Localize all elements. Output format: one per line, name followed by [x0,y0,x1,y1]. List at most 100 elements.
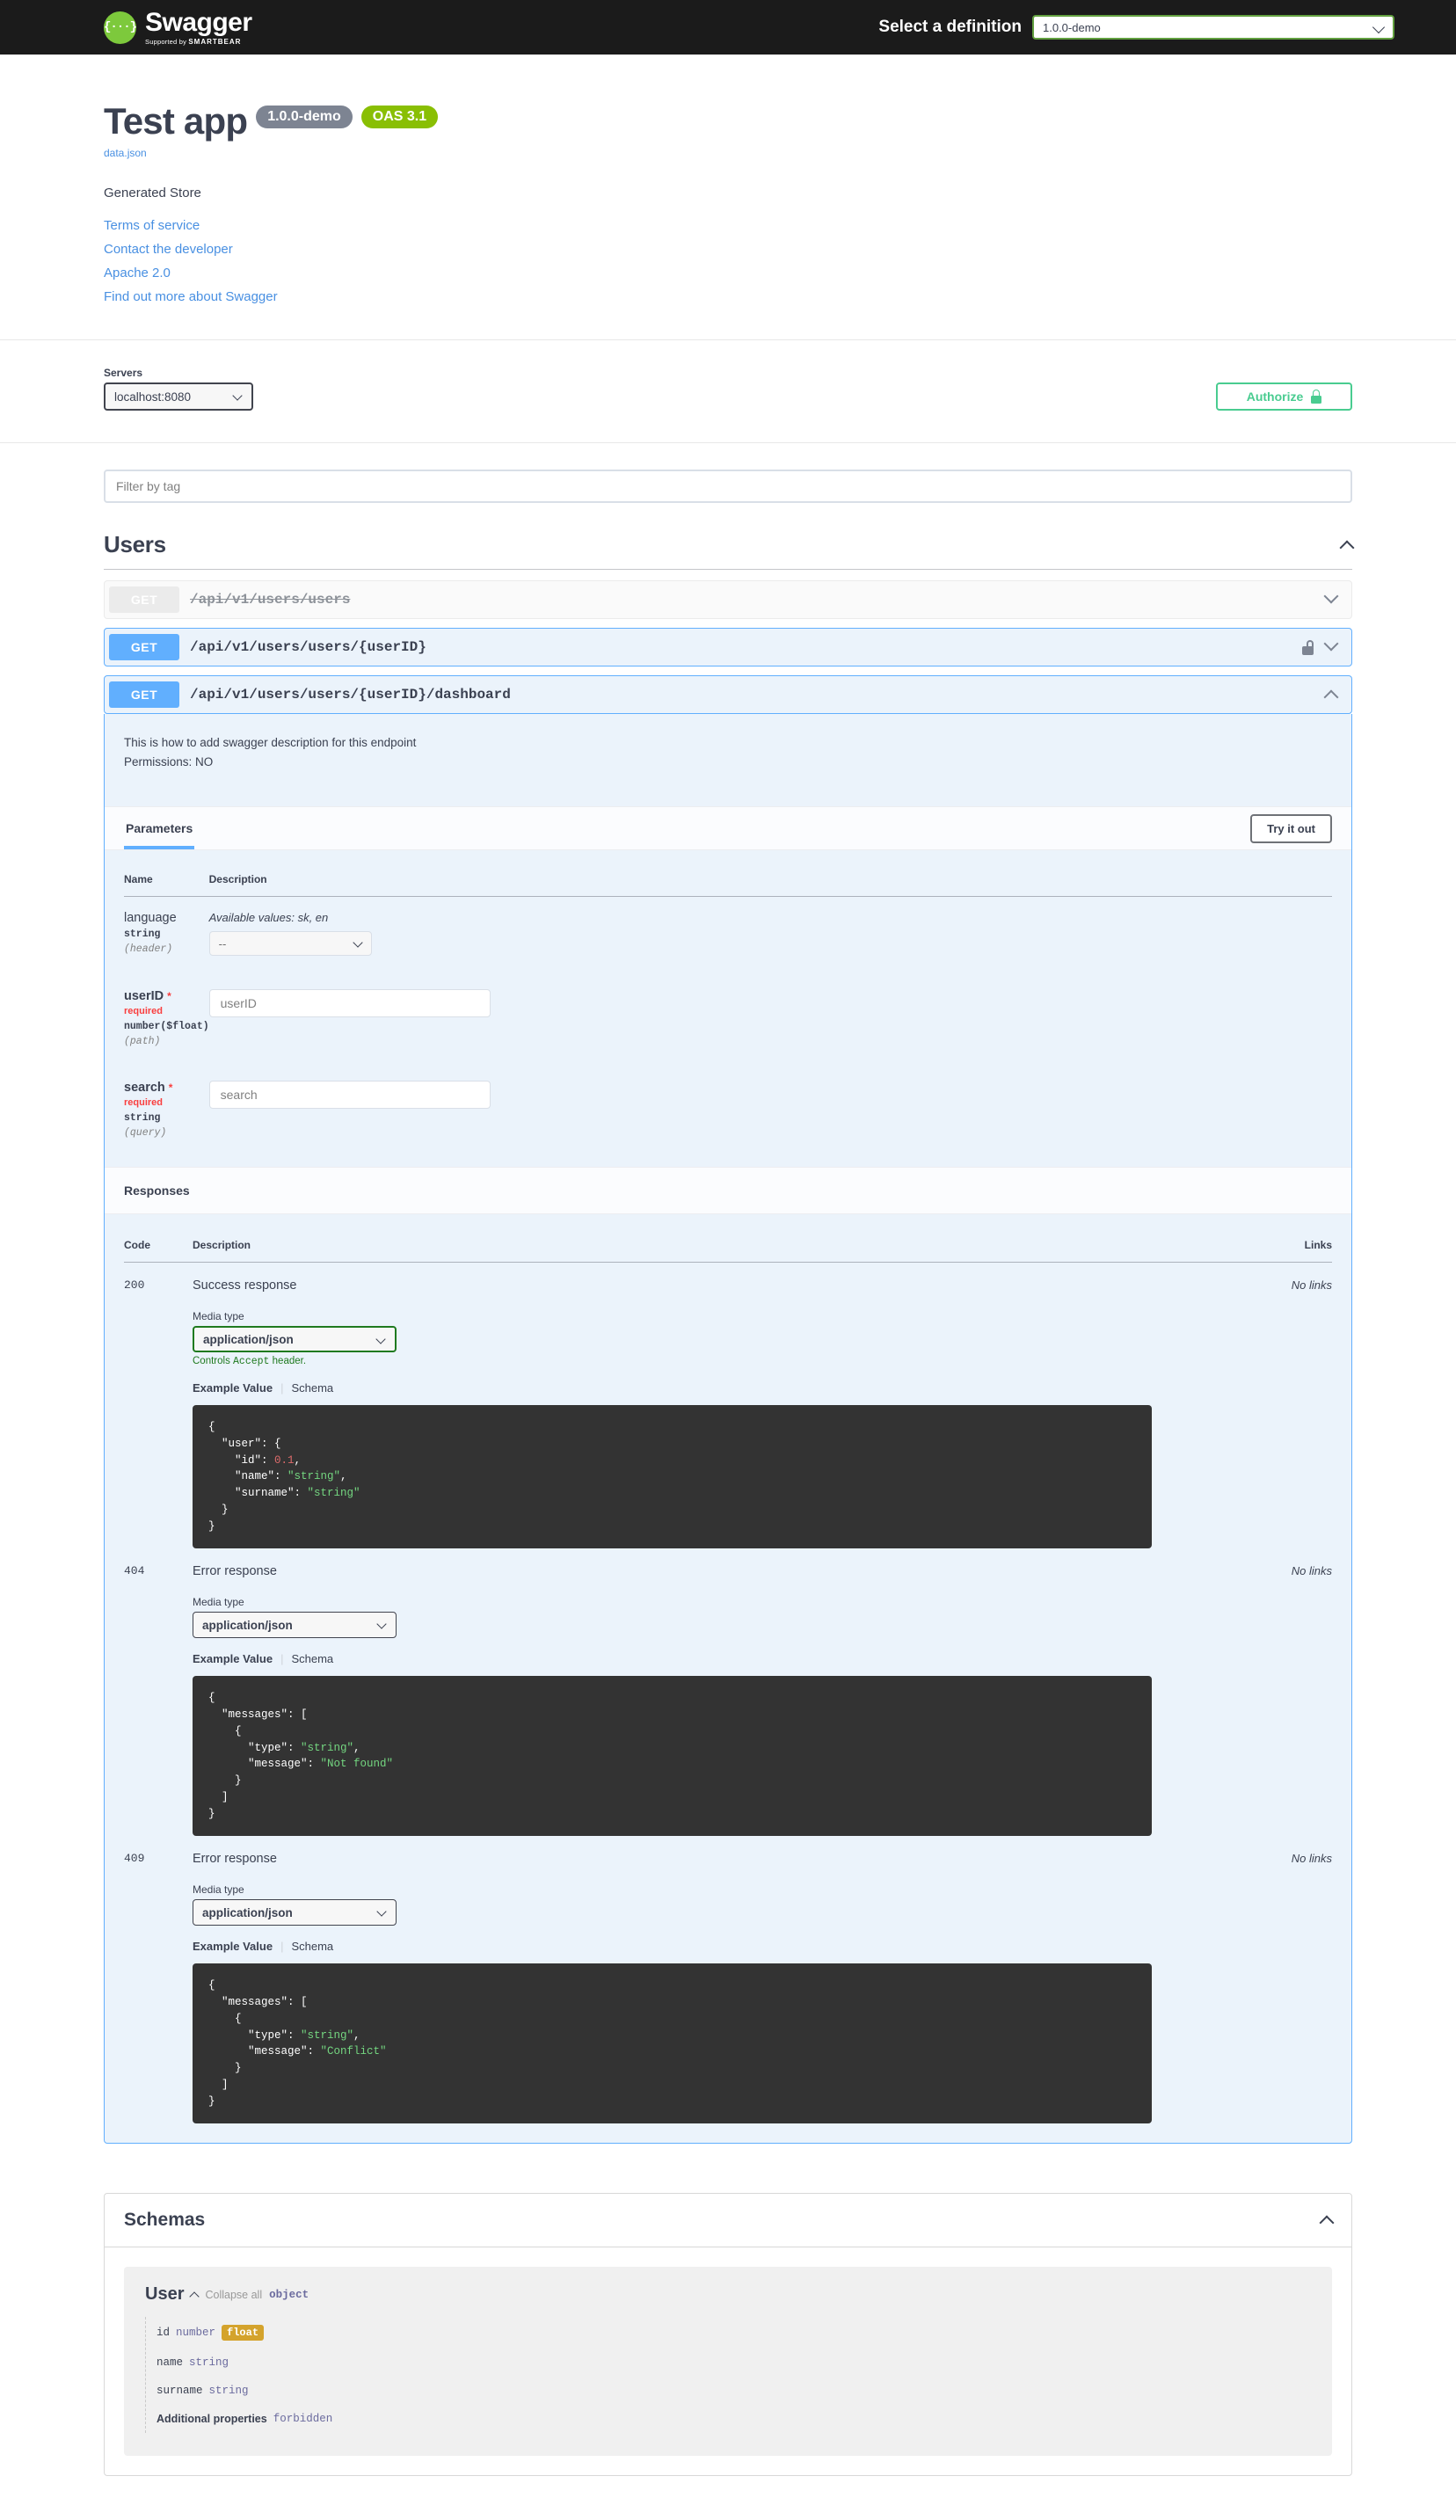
property-name: id [157,2327,171,2340]
schemas-header[interactable]: Schemas [105,2194,1351,2248]
authorize-button-label: Authorize [1246,390,1304,404]
operation-header[interactable]: GET /api/v1/users/users [105,581,1351,618]
operation-row[interactable]: GET /api/v1/users/users [104,580,1352,619]
response-code: 200 [124,1278,145,1293]
response-description: Success response [193,1278,297,1293]
tab-schema[interactable]: Schema [291,1652,333,1665]
license-link[interactable]: Apache 2.0 [104,266,1352,280]
parameters-table-body: language string (header) Available value… [124,897,1332,1159]
responses-table-wrap: Code Description Links 200 Success respo… [105,1214,1351,2143]
param-name-cell: language string (header) [124,897,209,976]
schemas-title: Schemas [124,2210,206,2231]
servers-group: Servers localhost:8080 [104,367,253,411]
language-select[interactable]: -- [208,931,372,957]
media-type-select[interactable]: application/json [193,1326,397,1353]
example-schema-tabs: Example Value | Schema [193,1381,1152,1395]
response-example-409: { "messages": [ { "type": "string", "mes… [193,1963,1152,2124]
find-out-more-link[interactable]: Find out more about Swagger [104,289,1352,304]
media-type-select[interactable]: application/json [193,1612,397,1639]
param-name-cell: userID * required number($float) (path) [124,975,209,1067]
operation-row[interactable]: GET /api/v1/users/users/{userID} [104,628,1352,666]
model-header[interactable]: User Collapse all object [145,2284,1311,2305]
unlock-icon[interactable] [1302,639,1314,655]
media-type-select[interactable]: application/json [193,1899,397,1926]
chevron-up-icon[interactable] [1339,540,1355,555]
filter-input[interactable]: Filter by tag [104,470,1352,503]
tab-schema[interactable]: Schema [291,1940,333,1953]
chevron-down-icon[interactable] [1323,636,1339,652]
param-name: language [124,911,177,926]
param-name-text: userID [124,989,164,1004]
try-it-out-button[interactable]: Try it out [1250,813,1332,843]
chevron-up-icon[interactable] [1319,2215,1335,2231]
swagger-logo[interactable]: {···} Swagger Supported by SMARTBEAR [104,7,252,46]
filter-container: Filter by tag [0,443,1456,503]
userid-input[interactable]: userID [208,989,491,1018]
response-description: Error response [193,1564,277,1579]
param-type: string [124,929,161,941]
response-links: No links [1291,1852,1332,1866]
parameters-header-row: Name Description [124,873,1332,898]
param-desc-cell: search [208,1067,1332,1158]
tab-schema[interactable]: Schema [291,1381,333,1395]
model-type: object [269,2288,309,2301]
property-type: forbidden [273,2413,333,2426]
tab-example-value[interactable]: Example Value [193,1381,273,1395]
response-code: 404 [124,1564,145,1578]
schemas-section: Schemas User Collapse all object id numb… [0,2170,1456,2520]
tab-example-value[interactable]: Example Value [193,1652,273,1665]
tab-example-value[interactable]: Example Value [193,1940,273,1953]
supported-by-label: Supported by [145,37,187,46]
tab-parameters[interactable]: Parameters [124,807,195,850]
swagger-wordmark: Swagger [145,7,252,37]
api-info: Test app 1.0.0-demo OAS 3.1 data.json Ge… [104,55,1352,339]
responses-table-head: Code Description Links [124,1239,1332,1264]
chevron-down-icon [375,1334,386,1344]
param-available-values: Available values: sk, en [209,911,1332,924]
response-links: No links [1291,1564,1332,1578]
table-row: userID * required number($float) (path) … [124,975,1332,1067]
language-select-value: -- [218,936,227,950]
chevron-down-icon [232,390,243,401]
scheme-container: Servers localhost:8080 Authorize [0,339,1456,443]
operation-header[interactable]: GET /api/v1/users/users/{userID}/dashboa… [105,676,1351,713]
example-schema-tabs: Example Value | Schema [193,1652,1152,1665]
server-select[interactable]: localhost:8080 [104,382,253,411]
operation-header[interactable]: GET /api/v1/users/users/{userID} [105,629,1351,666]
chevron-up-icon[interactable] [189,2291,200,2302]
operation-row[interactable]: GET /api/v1/users/users/{userID}/dashboa… [104,675,1352,714]
definition-url-row: data.json [104,145,1352,161]
contact-developer-link[interactable]: Contact the developer [104,242,1352,257]
available-values-label: Available values [208,911,292,925]
tab-divider: | [280,1940,284,1954]
schemas-card: Schemas User Collapse all object id numb… [104,2193,1352,2477]
authorize-button[interactable]: Authorize [1216,382,1352,411]
collapse-all-button[interactable]: Collapse all [205,2289,262,2301]
terms-of-service-link[interactable]: Terms of service [104,218,1352,233]
chevron-down-icon [376,1619,387,1630]
model-name: User [145,2284,185,2305]
param-col-description: Description [208,873,1332,898]
required-star-icon: * [167,990,171,1003]
filter-input-placeholder: Filter by tag [116,479,181,493]
required-star-icon: * [168,1082,173,1095]
response-links: No links [1291,1278,1332,1293]
operation-path: /api/v1/users/users/{userID}/dashboard [190,687,511,703]
tag-header[interactable]: Users [104,519,1355,570]
required-label: required [124,1097,164,1109]
swagger-logo-icon: {···} [104,11,137,44]
definition-url-link[interactable]: data.json [104,147,147,159]
controls-accept-prefix: Controls [193,1356,234,1367]
chevron-up-icon[interactable] [1323,689,1339,705]
param-in: (path) [124,1036,161,1048]
search-input[interactable]: search [208,1081,491,1110]
method-badge: GET [109,681,179,708]
parameters-tab-row: Parameters Try it out [105,806,1351,851]
list-item: name string [157,2349,1311,2377]
chevron-down-icon[interactable] [1323,588,1339,604]
tab-divider: | [280,1652,284,1666]
response-description: Error response [193,1852,277,1867]
method-badge: GET [109,586,179,613]
definition-select[interactable]: 1.0.0-demo [1032,15,1394,40]
property-name: Additional properties [157,2413,267,2426]
